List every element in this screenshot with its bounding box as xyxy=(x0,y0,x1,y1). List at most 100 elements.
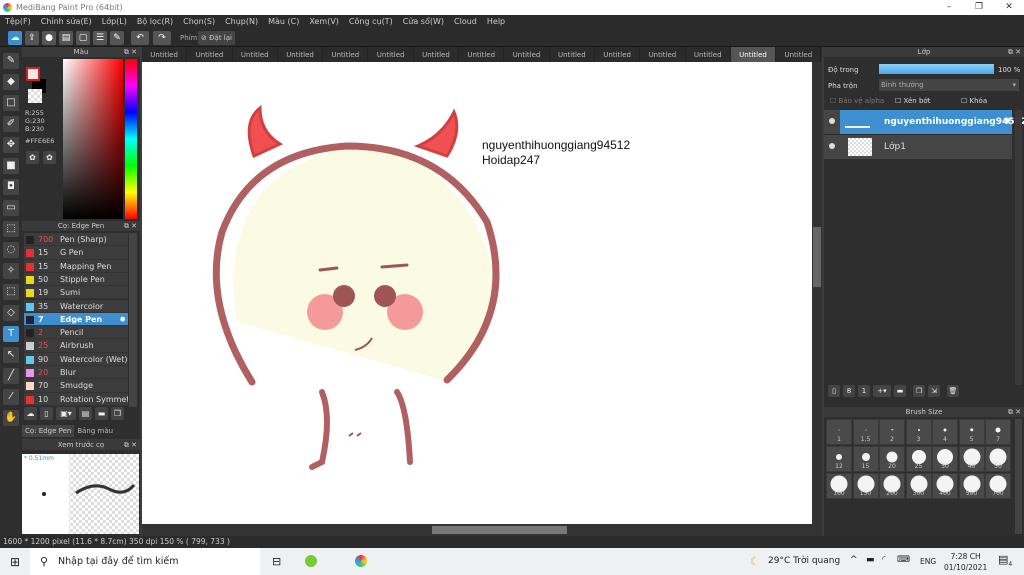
brush-size-scrollbar[interactable] xyxy=(1015,419,1022,534)
rectangle-tool-icon[interactable]: □ xyxy=(3,95,19,111)
gradient-tool-icon[interactable]: ▭ xyxy=(3,200,19,216)
document-tab[interactable]: Untitled xyxy=(323,47,369,62)
hue-slider[interactable] xyxy=(125,59,137,219)
select-eraser-icon[interactable]: ◇ xyxy=(3,305,19,321)
keyboard-icon[interactable]: ⌨ xyxy=(897,555,910,565)
menu-item[interactable]: Tệp(F) xyxy=(5,15,31,29)
operation-tool-icon[interactable]: ↖ xyxy=(3,347,19,363)
language-indicator[interactable]: ENG xyxy=(920,557,936,566)
duplicate-layer-icon[interactable]: ❐ xyxy=(913,385,925,397)
layer-visibility-toggle[interactable] xyxy=(824,135,840,159)
opacity-slider[interactable] xyxy=(879,64,994,74)
brush-size-cell[interactable]: 1 xyxy=(826,419,852,445)
comment-icon[interactable]: ● xyxy=(42,31,56,45)
new-8bit-layer-icon[interactable]: 8 xyxy=(843,385,855,397)
brush-size-cell[interactable]: 50 xyxy=(985,446,1011,472)
menu-item[interactable]: Chụp(N) xyxy=(225,15,258,29)
document-tab[interactable]: Untitled xyxy=(414,47,460,62)
minimize-button[interactable]: – xyxy=(934,0,964,15)
magic-wand-icon[interactable]: ✧ xyxy=(3,263,19,279)
text-tool-icon[interactable]: T xyxy=(3,326,19,342)
brush-size-cell[interactable]: 500 xyxy=(958,473,985,499)
brush-item[interactable]: 25 Airbrush xyxy=(24,339,128,353)
cloud-icon[interactable]: ☁ xyxy=(8,31,22,45)
saturation-value-picker[interactable] xyxy=(63,59,123,219)
drawing-canvas[interactable]: nguyenthihuonggiang94512 Hoidap247 xyxy=(142,62,812,524)
duplicate-icon[interactable]: ❐ xyxy=(111,407,124,420)
windows-start-icon[interactable]: ⊞ xyxy=(10,555,20,569)
cloud-brush-icon[interactable]: ☁ xyxy=(24,407,37,420)
gear-icon[interactable]: ✹ xyxy=(1003,110,1011,134)
canvas-text-username[interactable]: nguyenthihuonggiang94512 xyxy=(482,138,630,153)
brush-type-icon[interactable]: ▣▾ xyxy=(56,407,76,420)
brush-item[interactable]: 15 Mapping Pen xyxy=(24,259,128,273)
brush-size-cell[interactable]: 700 xyxy=(985,473,1011,499)
blend-mode-select[interactable]: Bình thường ▾ xyxy=(879,79,1019,91)
add-layer-menu-icon[interactable]: +▾ xyxy=(873,385,891,397)
document-tab[interactable]: Untitled xyxy=(776,47,822,62)
medibang-taskbar-icon[interactable] xyxy=(355,555,367,567)
panel-close-icon[interactable]: ⧉ ✕ xyxy=(124,47,137,57)
brush-item[interactable]: 50 Stipple Pen xyxy=(24,272,128,287)
gear-icon[interactable]: ✹ xyxy=(119,313,126,326)
redo-button[interactable]: ↷ xyxy=(153,31,171,45)
brush-size-cell[interactable]: 7 xyxy=(985,419,1011,445)
brush-size-cell[interactable]: 25 xyxy=(905,446,932,472)
menu-item[interactable]: Chọn(S) xyxy=(183,15,215,29)
brush-list-scrollbar[interactable] xyxy=(129,233,137,407)
brush-item[interactable]: 700 Pen (Sharp) xyxy=(24,233,128,247)
merge-layer-icon[interactable]: ⇲ xyxy=(928,385,940,397)
menu-item[interactable]: Cloud xyxy=(454,15,477,29)
select-tool-icon[interactable]: ⬚ xyxy=(3,221,19,237)
brush-item[interactable]: 10Rotation Symmetry xyxy=(24,392,128,406)
brush-size-cell[interactable]: 200 xyxy=(879,473,905,499)
brush-size-cell[interactable]: 1.5 xyxy=(852,419,879,445)
brush-item[interactable]: 20 Blur xyxy=(24,366,128,380)
menu-item[interactable]: Cửa sổ(W) xyxy=(403,15,444,29)
menu-item[interactable]: Công cụ(T) xyxy=(349,15,393,29)
lock-checkbox[interactable]: ☐ Khóa xyxy=(961,97,987,105)
panel-close-icon[interactable]: ⧉ ✕ xyxy=(124,221,137,231)
brush-size-cell[interactable]: 2 xyxy=(879,419,905,445)
brush-size-cell[interactable]: 100 xyxy=(826,473,852,499)
share-icon[interactable]: ⇪ xyxy=(25,31,39,45)
document-tab[interactable]: Untitled xyxy=(459,47,505,62)
notification-icon[interactable]: ▤4 xyxy=(998,553,1012,568)
brush-size-cell[interactable]: 300 xyxy=(905,473,932,499)
palette-add-icon[interactable]: ✿ xyxy=(43,151,56,164)
clock[interactable]: 7:28 CH 01/10/2021 xyxy=(944,551,987,573)
select-pen-icon[interactable]: ⬚ xyxy=(3,284,19,300)
delete-layer-icon[interactable]: 🗑 xyxy=(947,385,959,397)
brush-size-cell[interactable]: 4 xyxy=(932,419,958,445)
document-tab[interactable]: Untitled xyxy=(187,47,233,62)
document-tab[interactable]: Untitled xyxy=(730,47,777,62)
folder-icon[interactable]: ▬ xyxy=(95,407,108,420)
menu-item[interactable]: Chỉnh sửa(E) xyxy=(41,15,92,29)
reset-button[interactable]: ⊘ Đặt lại xyxy=(198,31,235,45)
brush-item[interactable]: 15 G Pen xyxy=(24,246,128,260)
bucket-tool-icon[interactable]: ◘ xyxy=(3,179,19,195)
transparent-swatch[interactable] xyxy=(28,89,42,103)
folder-icon[interactable]: ▬ xyxy=(894,385,906,397)
brush-settings-icon[interactable]: ▤ xyxy=(79,407,92,420)
list-icon[interactable]: ☰ xyxy=(93,31,107,45)
document-tab[interactable]: Untitled xyxy=(595,47,641,62)
brush-item[interactable]: 70 Smudge xyxy=(24,379,128,393)
brush-item[interactable]: 2 Pencil xyxy=(24,326,128,340)
close-button[interactable]: ✕ xyxy=(994,0,1024,15)
brush-size-cell[interactable]: 40 xyxy=(958,446,985,472)
panel-close-icon[interactable]: ⧉ ✕ xyxy=(1008,407,1021,417)
document-tab[interactable]: Untitled xyxy=(504,47,550,62)
protect-alpha-checkbox[interactable]: ☐ Bảo vệ alpha xyxy=(830,97,884,105)
menu-item[interactable]: Lớp(L) xyxy=(102,15,127,29)
page-icon[interactable]: ▢ xyxy=(76,31,90,45)
panel-close-icon[interactable]: ⧉ ✕ xyxy=(1008,47,1021,57)
menu-item[interactable]: Bộ lọc(R) xyxy=(137,15,173,29)
edit-icon[interactable]: ✎ xyxy=(110,31,124,45)
note-icon[interactable]: ▤ xyxy=(59,31,73,45)
brush-size-cell[interactable]: 20 xyxy=(879,446,905,472)
new-1bit-layer-icon[interactable]: 1 xyxy=(858,385,870,397)
layer-visibility-toggle[interactable] xyxy=(824,110,840,134)
horizontal-scrollbar[interactable] xyxy=(142,524,812,536)
document-tab[interactable]: Untitled xyxy=(550,47,595,62)
